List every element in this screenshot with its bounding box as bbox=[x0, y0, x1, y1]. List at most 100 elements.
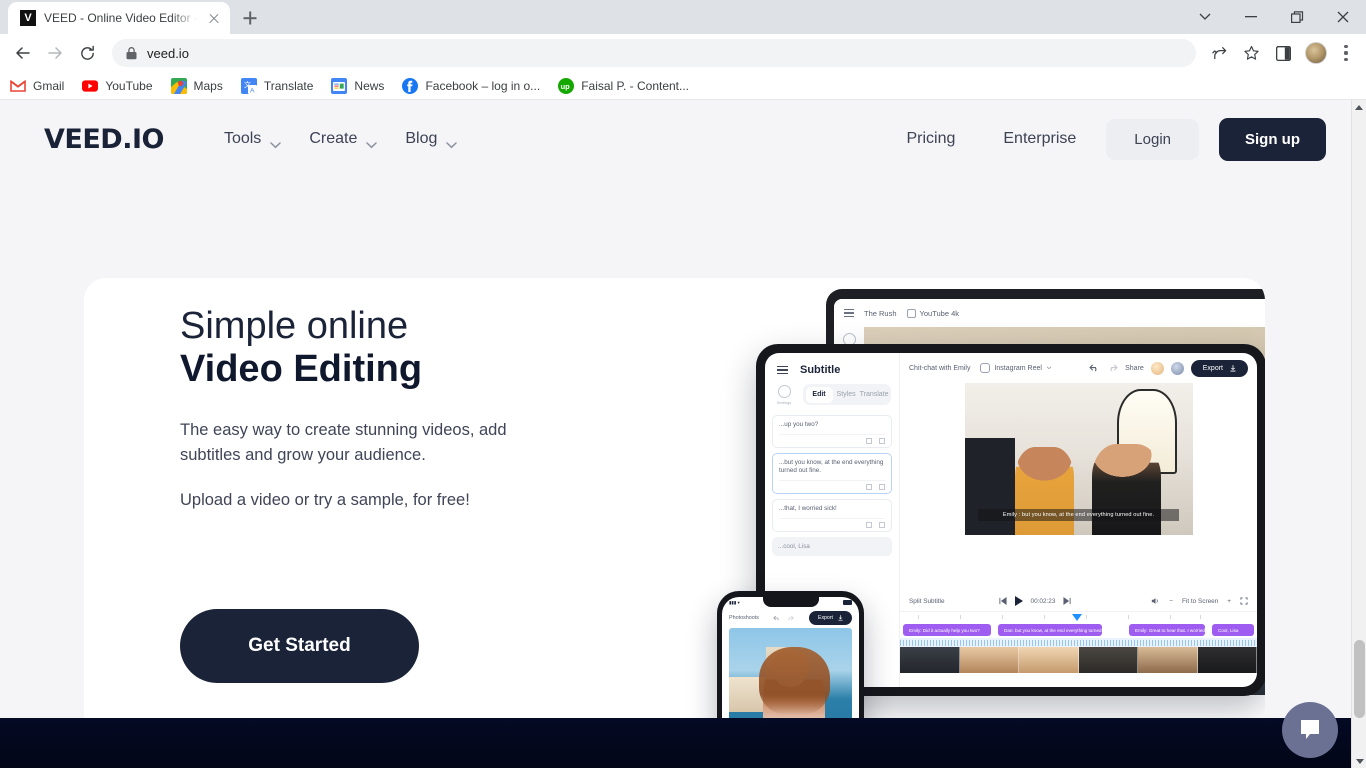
tablet-share-label[interactable]: Share bbox=[1125, 365, 1144, 372]
bookmark-gmail[interactable]: Gmail bbox=[10, 78, 64, 94]
tablet-video-canvas[interactable]: Emily : but you know, at the end everyth… bbox=[964, 383, 1193, 535]
subtitle-item[interactable]: ...cool, Lisa bbox=[772, 536, 892, 556]
new-tab-button[interactable] bbox=[236, 4, 264, 32]
hero-heading-line2: Video Editing bbox=[180, 348, 423, 391]
tab-translate[interactable]: Translate bbox=[860, 387, 889, 403]
bookmark-label: Facebook – log in o... bbox=[425, 78, 541, 93]
tab-edit[interactable]: Edit bbox=[805, 386, 833, 403]
split-subtitle-button[interactable]: Split Subtitle bbox=[909, 598, 945, 605]
trash-icon[interactable] bbox=[879, 437, 885, 444]
tab-title: VEED - Online Video Editor - Vid bbox=[44, 11, 198, 25]
phone-notch bbox=[762, 597, 819, 607]
zoom-out-icon[interactable]: − bbox=[1169, 598, 1173, 605]
zoom-in-icon[interactable]: + bbox=[1227, 598, 1231, 605]
bookmark-label: YouTube bbox=[105, 78, 153, 93]
maps-icon bbox=[170, 77, 187, 94]
forward-icon[interactable] bbox=[40, 38, 70, 68]
tablet-export-button[interactable]: Export bbox=[1190, 359, 1248, 377]
lock-icon bbox=[126, 46, 137, 59]
bookmark-youtube[interactable]: YouTube bbox=[82, 78, 153, 94]
minimize-icon[interactable] bbox=[1228, 1, 1274, 33]
bookmarks-bar: Gmail YouTube Maps 文A Translate News Fac… bbox=[0, 72, 1366, 100]
close-tab-icon[interactable] bbox=[206, 10, 222, 26]
timeline-clip[interactable]: Emily: Did it actually help you two? bbox=[903, 624, 991, 636]
scroll-down-arrow[interactable] bbox=[1352, 753, 1366, 768]
nav-item-tools[interactable]: Tools bbox=[224, 130, 282, 148]
hero-heading-line1: Simple online bbox=[180, 305, 409, 347]
hero-copy: Simple online Video Editing The easy way… bbox=[180, 305, 580, 510]
subtitle-text: ...that, I worried sick! bbox=[779, 505, 837, 513]
bookmark-news[interactable]: News bbox=[331, 77, 384, 94]
split-icon[interactable] bbox=[866, 484, 872, 491]
side-panel-icon[interactable] bbox=[1268, 38, 1298, 68]
timeline-filmstrip[interactable] bbox=[900, 647, 1257, 673]
menu-icon[interactable] bbox=[844, 309, 854, 317]
reload-icon[interactable] bbox=[72, 38, 102, 68]
redo-icon bbox=[1110, 364, 1118, 372]
play-icon[interactable] bbox=[1014, 596, 1023, 606]
nav-link-enterprise[interactable]: Enterprise bbox=[985, 130, 1094, 148]
signup-button[interactable]: Sign up bbox=[1219, 117, 1326, 161]
subtitle-item[interactable]: ...but you know, at the end everything t… bbox=[772, 452, 892, 495]
bookmark-star-icon[interactable] bbox=[1236, 38, 1266, 68]
upwork-icon: up bbox=[558, 77, 575, 94]
scrollbar-thumb[interactable] bbox=[1354, 640, 1365, 718]
translate-icon: 文A bbox=[240, 77, 257, 94]
bookmark-facebook[interactable]: Facebook – log in o... bbox=[402, 77, 541, 94]
login-button[interactable]: Login bbox=[1106, 118, 1199, 160]
veed-logo[interactable]: VEED.IO bbox=[44, 124, 164, 155]
address-bar[interactable]: veed.io bbox=[112, 39, 1196, 67]
facebook-icon bbox=[402, 77, 419, 94]
nav-item-blog[interactable]: Blog bbox=[405, 130, 458, 148]
menu-icon[interactable] bbox=[777, 365, 788, 375]
subtitle-item[interactable]: ...up you two? bbox=[772, 415, 892, 448]
tab-search-icon[interactable] bbox=[1182, 1, 1228, 33]
bookmark-upwork[interactable]: up Faisal P. - Content... bbox=[558, 77, 689, 94]
timeline-clip[interactable]: Emily: Great to hear that. I worried sic… bbox=[1129, 624, 1205, 636]
tab-styles[interactable]: Styles bbox=[833, 387, 860, 403]
timeline-ruler[interactable] bbox=[900, 611, 1257, 622]
header-actions: Pricing Enterprise Login Sign up bbox=[888, 117, 1326, 161]
instagram-icon bbox=[980, 363, 991, 373]
bookmark-maps[interactable]: Maps bbox=[170, 77, 223, 94]
chevron-down-icon bbox=[446, 136, 458, 148]
page-viewport: VEED.IO Tools Create Blog Pricing Enterp… bbox=[0, 100, 1366, 768]
nav-link-pricing[interactable]: Pricing bbox=[888, 130, 973, 148]
split-icon[interactable] bbox=[866, 437, 872, 444]
back-icon[interactable] bbox=[8, 38, 38, 68]
bookmark-translate[interactable]: 文A Translate bbox=[240, 77, 313, 94]
subtitle-actions bbox=[779, 433, 885, 444]
footer-band bbox=[0, 718, 1351, 768]
get-started-button[interactable]: Get Started bbox=[180, 609, 419, 683]
scroll-up-arrow[interactable] bbox=[1352, 100, 1366, 115]
close-window-icon[interactable] bbox=[1320, 1, 1366, 33]
chat-widget-button[interactable] bbox=[1282, 702, 1338, 758]
timecode: 00:02:23 bbox=[1030, 597, 1056, 605]
nav-item-create[interactable]: Create bbox=[309, 130, 378, 148]
playhead[interactable] bbox=[1072, 614, 1082, 621]
phone-export-button[interactable]: Export bbox=[808, 611, 852, 625]
tablet-format-chip[interactable]: Instagram Reel bbox=[980, 363, 1052, 373]
share-icon[interactable] bbox=[1204, 38, 1234, 68]
nav-label: Blog bbox=[405, 130, 438, 147]
tablet-settings-button[interactable]: Settings bbox=[773, 384, 795, 405]
timeline-clip[interactable]: Dan: but you know, at the end everything… bbox=[998, 624, 1102, 636]
hero-card: Simple online Video Editing The easy way… bbox=[84, 278, 1265, 768]
laptop-format-chip[interactable]: YouTube 4k bbox=[906, 308, 959, 318]
fit-to-screen-label[interactable]: Fit to Screen bbox=[1182, 598, 1218, 605]
split-icon[interactable] bbox=[866, 521, 872, 528]
trash-icon[interactable] bbox=[879, 521, 885, 528]
page-scrollbar[interactable] bbox=[1351, 100, 1366, 768]
subtitle-text: ...up you two? bbox=[779, 421, 819, 428]
tablet-export-label: Export bbox=[1202, 364, 1223, 372]
browser-tab[interactable]: V VEED - Online Video Editor - Vid bbox=[8, 2, 230, 34]
tablet-project-title: Chit-chat with Emily bbox=[909, 364, 971, 372]
maximize-icon[interactable] bbox=[1274, 1, 1320, 33]
profile-avatar[interactable] bbox=[1305, 42, 1327, 64]
canvas-person-a bbox=[1014, 446, 1074, 535]
browser-menu-icon[interactable] bbox=[1334, 38, 1358, 68]
timeline-audio-waveform[interactable] bbox=[900, 638, 1257, 647]
timeline-clip[interactable]: Cool, Lisa bbox=[1212, 624, 1254, 636]
trash-icon[interactable] bbox=[879, 484, 885, 491]
subtitle-item[interactable]: ...that, I worried sick! bbox=[772, 499, 892, 532]
